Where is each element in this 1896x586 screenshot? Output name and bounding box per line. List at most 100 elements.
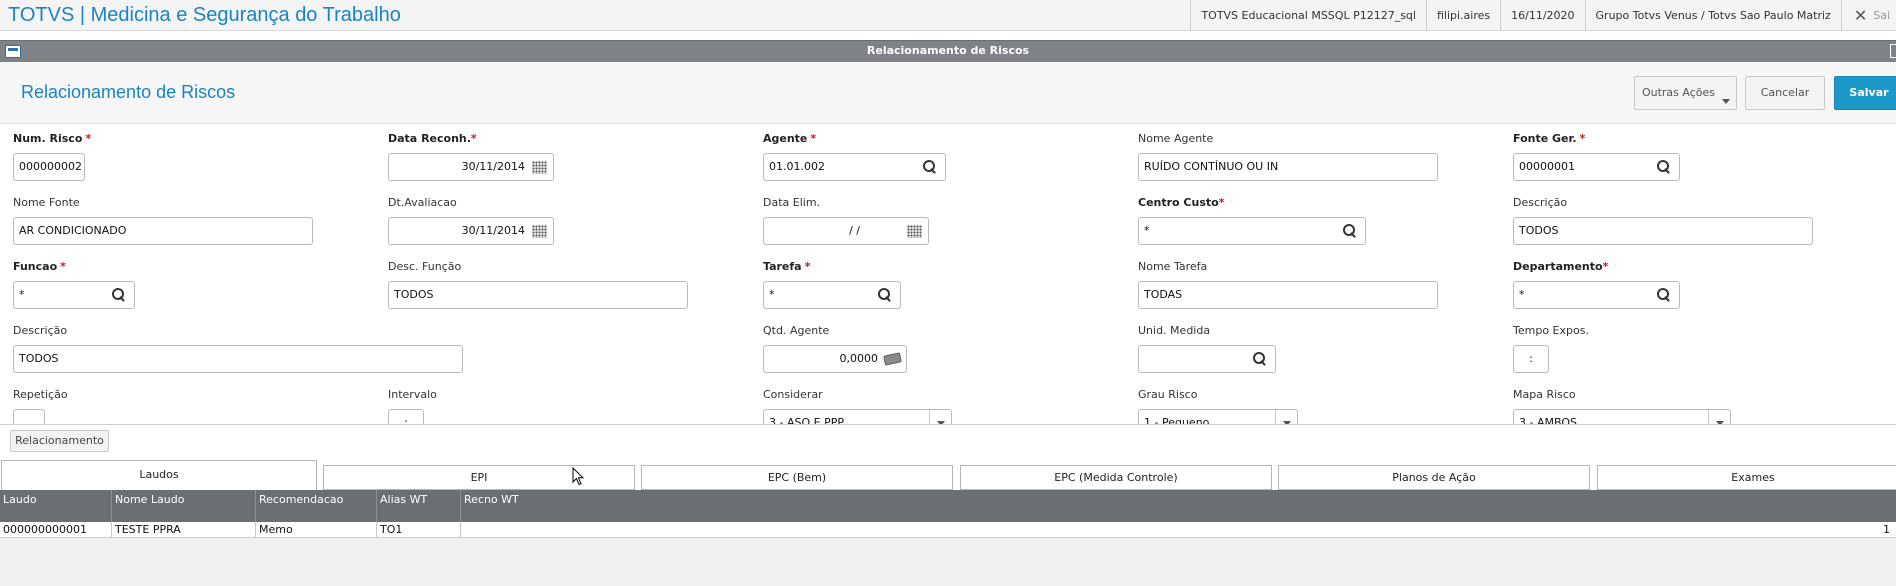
data-elim-input[interactable]: / / bbox=[763, 217, 929, 245]
agente-value: 01.01.002 bbox=[769, 160, 825, 173]
table-row[interactable]: 000000000001 TESTE PPRA Memo TO1 1 bbox=[0, 522, 1896, 538]
data-elim-label: Data Elim. bbox=[763, 196, 821, 209]
nome-tarefa-input[interactable]: TODAS bbox=[1138, 281, 1438, 309]
cancel-button[interactable]: Cancelar bbox=[1745, 76, 1825, 110]
tab-epc-medida-controle[interactable]: EPC (Medida Controle) bbox=[960, 465, 1272, 490]
cell-recno-wt[interactable]: 1 bbox=[461, 522, 1896, 538]
tab-bar: Laudos EPI EPC (Bem) EPC (Medida Control… bbox=[0, 460, 1896, 490]
agente-input[interactable]: 01.01.002 bbox=[763, 153, 946, 181]
nome-tarefa-label: Nome Tarefa bbox=[1138, 260, 1208, 273]
column-header-laudo[interactable]: Laudo bbox=[0, 490, 112, 522]
search-icon[interactable] bbox=[1253, 352, 1267, 366]
descricao-dep-label: Descrição bbox=[13, 324, 68, 337]
data-reconh-label: Data Reconh. bbox=[388, 132, 471, 145]
tab-planos-de-acao[interactable]: Planos de Ação bbox=[1278, 465, 1590, 490]
calculator-icon[interactable] bbox=[883, 352, 902, 366]
column-header-alias-wt[interactable]: Alias WT bbox=[377, 490, 461, 522]
descricao-cc-input[interactable]: TODOS bbox=[1513, 217, 1813, 245]
departamento-label: Departamento bbox=[1513, 260, 1603, 273]
tarefa-label: Tarefa bbox=[763, 260, 802, 273]
unid-medida-label: Unid. Medida bbox=[1138, 324, 1211, 337]
mapa-risco-select[interactable]: 3 - AMBOS bbox=[1513, 409, 1731, 424]
funcao-value: * bbox=[19, 288, 25, 301]
company-label[interactable]: Grupo Totvs Venus / Totvs Sao Paulo Matr… bbox=[1584, 0, 1841, 31]
cell-nome-laudo[interactable]: TESTE PPRA bbox=[112, 522, 256, 538]
nome-fonte-input[interactable]: AR CONDICIONADO bbox=[13, 217, 313, 245]
search-icon[interactable] bbox=[923, 160, 937, 174]
departamento-input[interactable]: * bbox=[1513, 281, 1680, 309]
considerar-label: Considerar bbox=[763, 388, 823, 401]
funcao-input[interactable]: * bbox=[13, 281, 135, 309]
dt-avaliacao-value: 30/11/2014 bbox=[461, 224, 525, 237]
intervalo-input[interactable]: : bbox=[388, 409, 424, 424]
descricao-cc-label: Descrição bbox=[1513, 196, 1568, 209]
grau-risco-label: Grau Risco bbox=[1138, 388, 1198, 401]
column-header-recomendacao[interactable]: Recomendacao bbox=[256, 490, 377, 522]
exit-button[interactable]: ✕ Sai bbox=[1840, 0, 1896, 31]
cell-alias-wt[interactable]: TO1 bbox=[377, 522, 461, 538]
calendar-icon[interactable] bbox=[532, 161, 547, 174]
tarefa-value: * bbox=[769, 288, 775, 301]
tab-epi[interactable]: EPI bbox=[323, 465, 635, 490]
tempo-expos-label: Tempo Expos. bbox=[1513, 324, 1589, 337]
grid-header: Laudo Nome Laudo Recomendacao Alias WT R… bbox=[0, 490, 1896, 522]
tab-exames[interactable]: Exames bbox=[1597, 465, 1896, 490]
search-icon[interactable] bbox=[1343, 224, 1357, 238]
centro-custo-value: * bbox=[1144, 224, 1150, 237]
considerar-select[interactable]: 3 - ASO E PPP bbox=[763, 409, 952, 424]
search-icon[interactable] bbox=[878, 288, 892, 302]
qtd-agente-label: Qtd. Agente bbox=[763, 324, 830, 337]
grau-risco-select[interactable]: 1 - Pequeno bbox=[1138, 409, 1298, 424]
search-icon[interactable] bbox=[1657, 288, 1671, 302]
search-icon[interactable] bbox=[1657, 160, 1671, 174]
window-maximize-icon[interactable] bbox=[1890, 44, 1896, 58]
column-header-recno-wt[interactable]: Recno WT bbox=[461, 490, 1896, 522]
tarefa-input[interactable]: * bbox=[763, 281, 901, 309]
session-info: TOTVS Educacional MSSQL P12127_sql filip… bbox=[1190, 0, 1896, 31]
tab-epc-bem[interactable]: EPC (Bem) bbox=[641, 465, 953, 490]
calendar-icon[interactable] bbox=[907, 225, 922, 238]
search-icon[interactable] bbox=[112, 288, 126, 302]
fonte-ger-label: Fonte Ger. bbox=[1513, 132, 1577, 145]
tab-laudos[interactable]: Laudos bbox=[1, 460, 317, 490]
cell-recomendacao[interactable]: Memo bbox=[256, 522, 377, 538]
qtd-agente-value: 0,0000 bbox=[839, 352, 879, 365]
nome-agente-input[interactable]: RUÍDO CONTÍNUO OU IN bbox=[1138, 153, 1438, 181]
column-header-nome-laudo[interactable]: Nome Laudo bbox=[112, 490, 256, 522]
num-risco-input[interactable]: 000000002 bbox=[13, 153, 85, 181]
chevron-down-icon[interactable] bbox=[1275, 410, 1297, 424]
desc-funcao-input[interactable]: TODOS bbox=[388, 281, 688, 309]
descricao-dep-input[interactable]: TODOS bbox=[13, 345, 463, 373]
window-title-bar: Relacionamento de Riscos bbox=[0, 40, 1896, 62]
centro-custo-input[interactable]: * bbox=[1138, 217, 1366, 245]
qtd-agente-input[interactable]: 0,0000 bbox=[763, 345, 907, 373]
app-title: TOTVS | Medicina e Segurança do Trabalho bbox=[8, 4, 401, 26]
chevron-down-icon bbox=[1722, 99, 1730, 104]
grau-risco-value: 1 - Pequeno bbox=[1144, 416, 1210, 424]
repeticao-input[interactable] bbox=[13, 409, 45, 424]
chevron-down-icon[interactable] bbox=[929, 410, 951, 424]
mapa-risco-label: Mapa Risco bbox=[1513, 388, 1576, 401]
departamento-value: * bbox=[1519, 288, 1525, 301]
cell-laudo[interactable]: 000000000001 bbox=[0, 522, 112, 538]
considerar-value: 3 - ASO E PPP bbox=[769, 416, 844, 424]
repeticao-label: Repetição bbox=[13, 388, 68, 401]
calendar-icon[interactable] bbox=[532, 225, 547, 238]
mapa-risco-value: 3 - AMBOS bbox=[1519, 416, 1577, 424]
relacionamento-button[interactable]: Relacionamento bbox=[10, 430, 109, 452]
chevron-down-icon[interactable] bbox=[1708, 410, 1730, 424]
save-button[interactable]: Salvar bbox=[1834, 76, 1896, 110]
desc-funcao-label: Desc. Função bbox=[388, 260, 462, 273]
other-actions-button[interactable]: Outras Ações bbox=[1634, 76, 1737, 110]
close-icon: ✕ bbox=[1853, 6, 1868, 25]
laudos-grid: Laudo Nome Laudo Recomendacao Alias WT R… bbox=[0, 490, 1896, 586]
form-divider bbox=[0, 424, 1896, 425]
data-reconh-input[interactable]: 30/11/2014 bbox=[388, 153, 554, 181]
fonte-ger-input[interactable]: 00000001 bbox=[1513, 153, 1680, 181]
dt-avaliacao-label: Dt.Avaliacao bbox=[388, 196, 457, 209]
unid-medida-input[interactable] bbox=[1138, 345, 1276, 373]
centro-custo-label: Centro Custo bbox=[1138, 196, 1219, 209]
tempo-expos-input[interactable]: : bbox=[1513, 345, 1549, 373]
dt-avaliacao-input[interactable]: 30/11/2014 bbox=[388, 217, 554, 245]
data-elim-value: / / bbox=[849, 224, 860, 237]
